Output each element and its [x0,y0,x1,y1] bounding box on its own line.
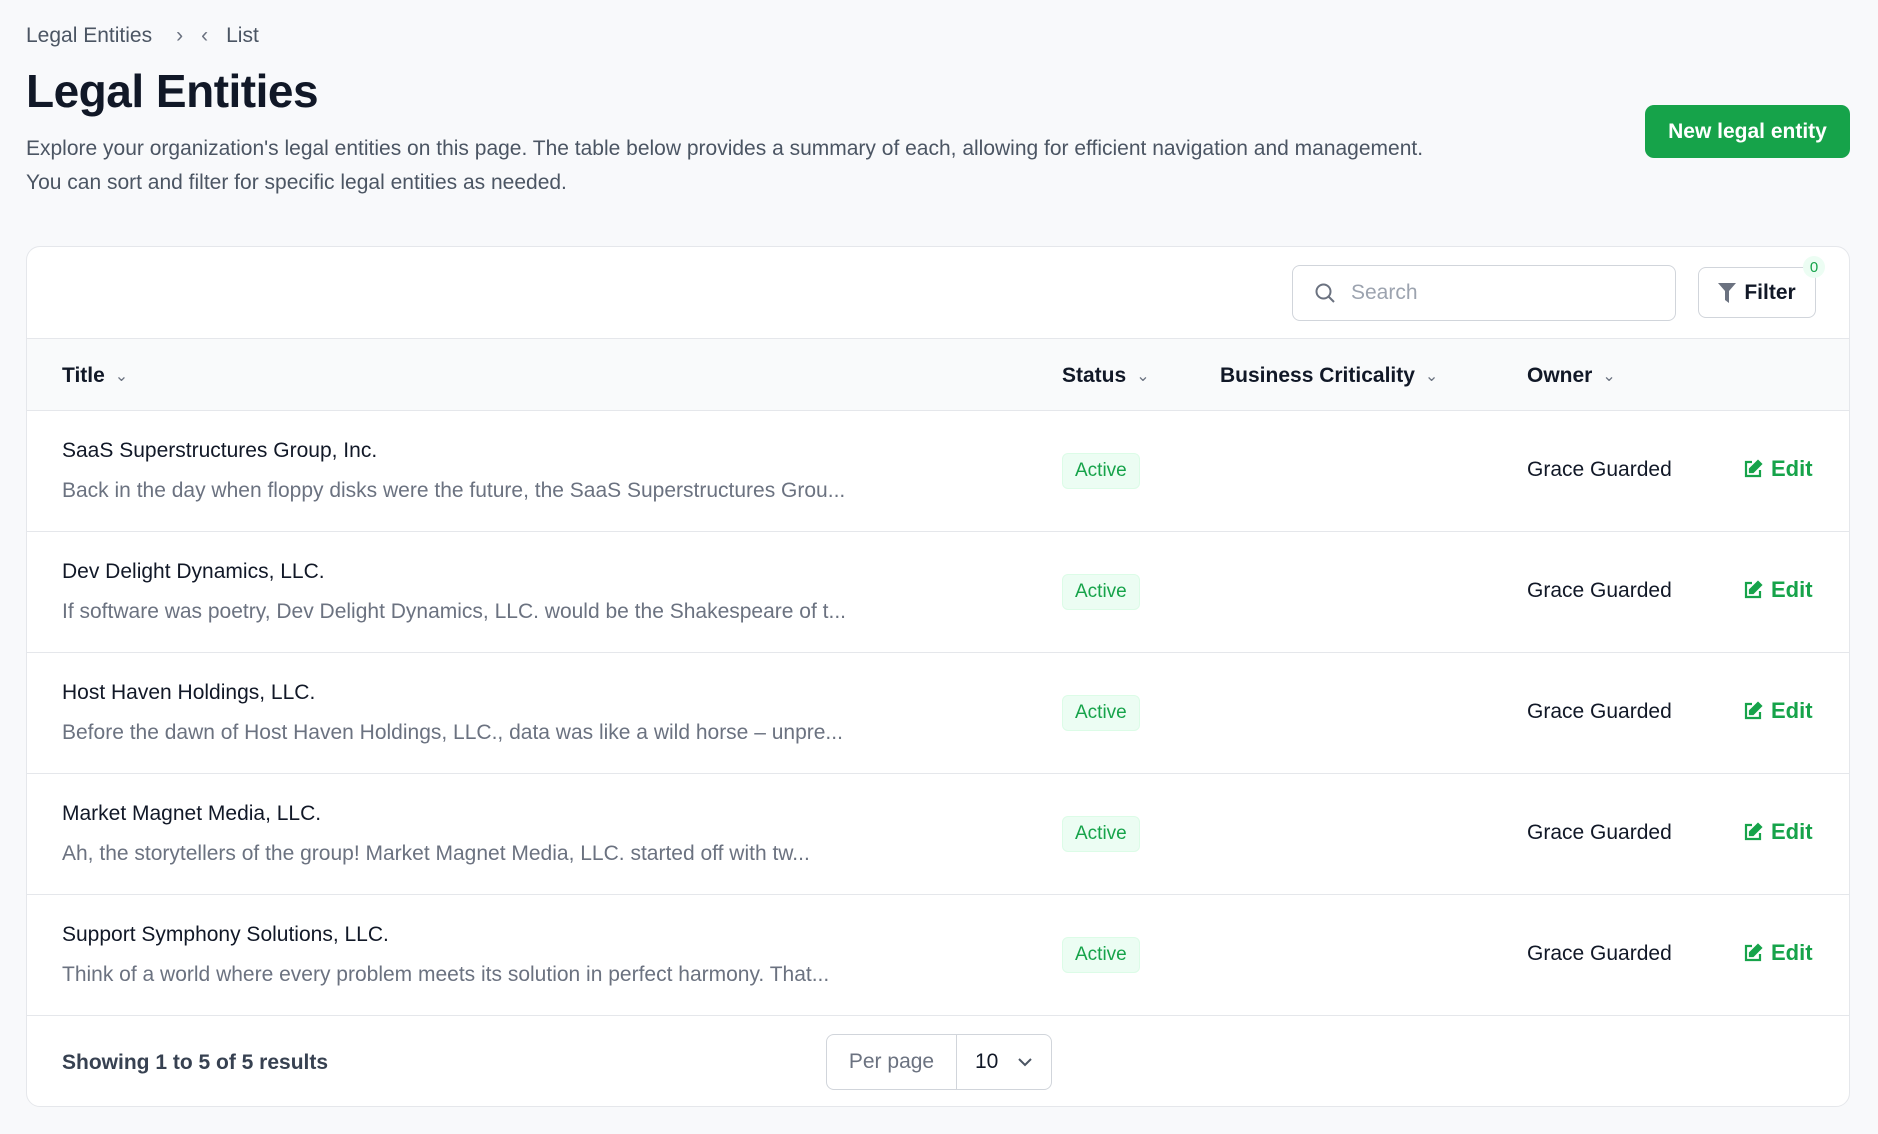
status-badge: Active [1062,695,1140,731]
owner-name: Grace Guarded [1527,942,1672,965]
breadcrumb-list: List [226,24,259,47]
column-header-status[interactable]: Status ⌄ [1062,339,1150,412]
table-footer: Showing 1 to 5 of 5 results Per page 10 [27,1017,1849,1106]
entity-description: Before the dawn of Host Haven Holdings, … [62,721,843,744]
entity-title[interactable]: Dev Delight Dynamics, LLC. [62,560,325,584]
edit-icon [1744,459,1763,478]
table-row[interactable]: Market Magnet Media, LLC. Ah, the storyt… [27,774,1849,895]
column-label: Title [62,363,105,387]
edit-icon [1744,822,1763,841]
owner-name: Grace Guarded [1527,579,1672,602]
per-page-value: 10 [975,1050,999,1073]
search-input[interactable]: Search [1292,265,1676,321]
status-badge: Active [1062,453,1140,489]
chevron-down-icon: ⌄ [114,367,129,385]
entity-title[interactable]: Host Haven Holdings, LLC. [62,681,315,705]
table-row[interactable]: SaaS Superstructures Group, Inc. Back in… [27,411,1849,532]
entity-title[interactable]: SaaS Superstructures Group, Inc. [62,439,377,463]
owner-name: Grace Guarded [1527,700,1672,723]
results-summary: Showing 1 to 5 of 5 results [62,1051,329,1074]
column-header-title[interactable]: Title ⌄ [62,339,128,412]
entity-description: If software was poetry, Dev Delight Dyna… [62,600,846,623]
column-header-owner[interactable]: Owner ⌄ [1527,339,1616,412]
breadcrumb: Legal Entities › ‹ List [26,24,259,48]
edit-icon [1744,580,1763,599]
entity-title[interactable]: Support Symphony Solutions, LLC. [62,923,389,947]
edit-label: Edit [1771,698,1813,723]
status-badge: Active [1062,574,1140,610]
legal-entities-table-card: Search Filter 0 Title ⌄ Status ⌄ Business … [26,246,1850,1107]
edit-label: Edit [1771,940,1813,965]
chevron-left-icon[interactable]: ‹ [201,24,208,48]
owner-name: Grace Guarded [1527,821,1672,844]
edit-button[interactable]: Edit [1743,940,1813,966]
per-page-label: Per page [827,1035,957,1089]
new-legal-entity-button[interactable]: New legal entity [1645,105,1850,158]
edit-label: Edit [1771,819,1813,844]
column-header-business-criticality[interactable]: Business Criticality ⌄ [1220,339,1438,412]
search-placeholder: Search [1351,281,1418,304]
breadcrumb-legal-entities[interactable]: Legal Entities [26,24,152,48]
status-badge: Active [1062,816,1140,852]
table-row[interactable]: Dev Delight Dynamics, LLC. If software w… [27,532,1849,653]
edit-label: Edit [1771,456,1813,481]
chevron-down-icon [1018,1058,1032,1067]
table-header: Title ⌄ Status ⌄ Business Criticality ⌄ Own… [27,338,1849,411]
edit-icon [1744,701,1763,720]
column-label: Business Criticality [1220,363,1415,387]
column-label: Owner [1527,363,1593,387]
edit-label: Edit [1771,577,1813,602]
chevron-down-icon: ⌄ [1602,367,1616,385]
page-description: Explore your organization's legal entiti… [26,137,1424,194]
filter-icon [1718,282,1737,303]
filter-label: Filter [1744,280,1796,304]
owner-name: Grace Guarded [1527,458,1672,481]
entity-description: Back in the day when floppy disks were t… [62,479,846,502]
page-title: Legal Entities [26,65,319,117]
entity-description: Think of a world where every problem mee… [62,963,830,986]
entity-title[interactable]: Market Magnet Media, LLC. [62,802,321,826]
edit-button[interactable]: Edit [1743,577,1813,603]
edit-button[interactable]: Edit [1743,698,1813,724]
column-label: Status [1062,363,1127,387]
per-page-select[interactable]: Per page 10 [826,1034,1052,1090]
entity-description: Ah, the storytellers of the group! Marke… [62,842,810,865]
chevron-down-icon: ⌄ [1136,367,1150,385]
table-row[interactable]: Host Haven Holdings, LLC. Before the daw… [27,653,1849,774]
edit-button[interactable]: Edit [1743,819,1813,845]
search-icon [1315,283,1335,303]
table-row[interactable]: Support Symphony Solutions, LLC. Think o… [27,895,1849,1016]
edit-icon [1744,943,1763,962]
filter-count-badge: 0 [1803,256,1825,278]
filter-button[interactable]: Filter [1698,267,1816,318]
edit-button[interactable]: Edit [1743,456,1813,482]
chevron-down-icon: ⌄ [1424,367,1439,385]
chevron-right-icon: › [176,24,184,47]
status-badge: Active [1062,937,1140,973]
